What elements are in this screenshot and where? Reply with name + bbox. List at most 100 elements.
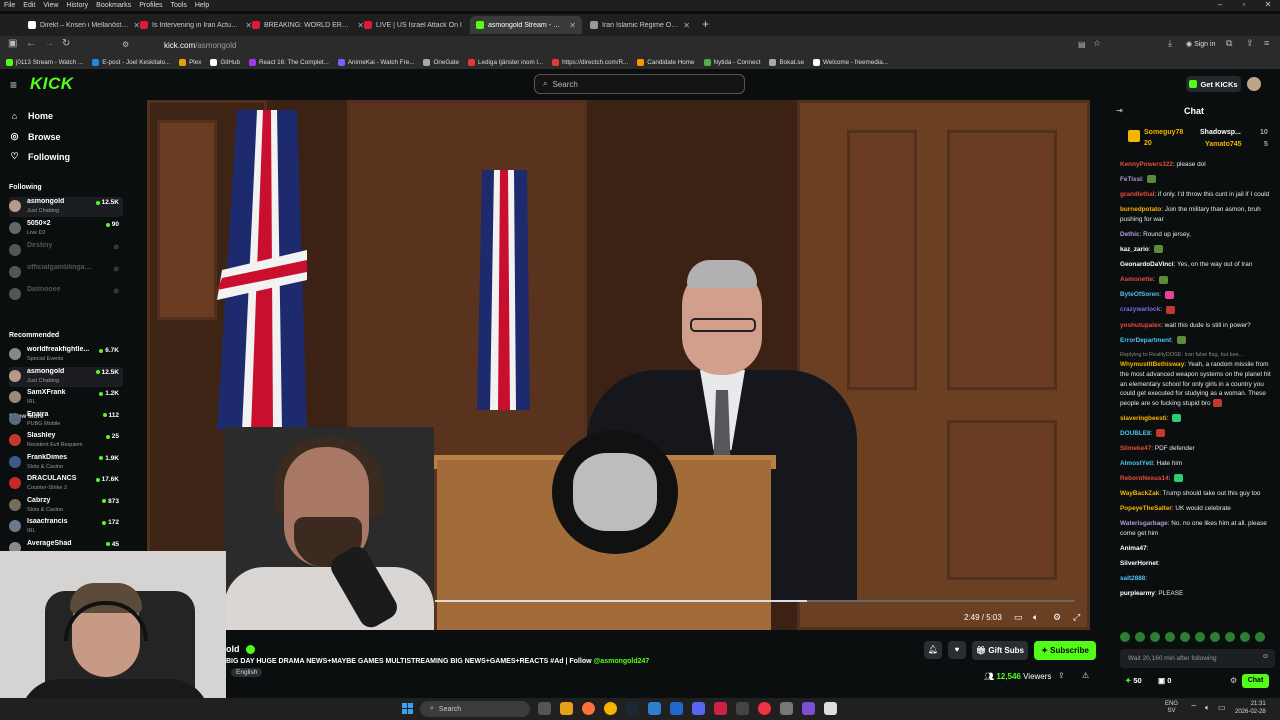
chat-username[interactable]: AlmostYeti [1120,460,1153,467]
sidebar-item-home[interactable]: ⌂ Home [9,111,53,121]
tune-icon[interactable]: ⚙ [122,40,129,49]
sidebar-item-following[interactable]: ♡ Following [9,151,70,162]
chat-settings-icon[interactable]: ⚙ [1230,676,1237,685]
menu-file[interactable]: File [4,2,15,9]
tab-close-icon[interactable]: ✕ [569,21,576,30]
gifter-name[interactable]: Someguy78 [1144,129,1183,136]
sub-balance[interactable]: ▣ 0 [1158,676,1171,685]
app-icon[interactable] [802,702,815,715]
menu-history[interactable]: History [66,2,88,9]
bookmark-item[interactable]: Welcome - freemedia... [812,58,888,66]
emote-icon[interactable] [1150,632,1160,642]
menu-profiles[interactable]: Profiles [139,2,162,9]
minimize-icon[interactable]: – [1208,0,1232,14]
menu-bookmarks[interactable]: Bookmarks [96,2,131,9]
browser-tab-active[interactable]: asmongold Stream - Watc ✕ [470,16,582,34]
language-indicator[interactable]: ENG SV [1165,701,1178,715]
menu-icon[interactable]: ≡ [1264,38,1269,48]
bookmark-item[interactable]: GitHub [210,58,240,66]
share-icon[interactable]: ⇪ [1058,671,1065,680]
browser-tab[interactable]: Iran Islamic Regime Overview ✕ [584,16,696,34]
battery-icon[interactable]: ▭ [1218,703,1226,712]
app-icon[interactable] [670,702,683,715]
signin-button[interactable]: ◉ Sign in [1186,40,1215,48]
theater-icon[interactable]: ▭ [1014,612,1023,623]
chat-username[interactable]: purplearmy [1120,590,1155,597]
notification-bell-icon[interactable]: 🔔︎ [924,641,942,659]
follow-heart-icon[interactable]: ♥ [948,641,966,659]
chat-username[interactable]: slaveringbeesti [1120,415,1167,422]
chat-username[interactable]: yoshutupalex [1120,322,1161,329]
chat-username[interactable]: PopeyeTheSalter [1120,505,1172,512]
volume-icon[interactable]: 🔈︎ [1033,612,1038,623]
task-view-icon[interactable] [538,702,551,715]
chat-username[interactable]: ByteOfSoren [1120,291,1159,298]
chat-username[interactable]: Anima47 [1120,545,1147,552]
steam-icon[interactable] [626,702,639,715]
chat-username[interactable]: SilverHornet [1120,560,1158,567]
url-bar[interactable]: kick.com/asmongold [132,38,1107,53]
chat-username[interactable]: FeTissi [1120,176,1142,183]
chat-send-button[interactable]: Chat [1242,674,1269,688]
gifter-name[interactable]: Yamato745 [1205,141,1242,148]
sidebar-channel-following[interactable]: asmongold Just Chatting 12.5K [9,197,123,217]
sidebar-channel-recommended[interactable]: asmongold Just Chatting 12.5K [9,366,123,387]
browser-tab[interactable]: Is Intervening in Iran Actually J ✕ [134,16,258,34]
chat-username[interactable]: Asmonette [1120,276,1153,283]
sidebar-channel-following[interactable]: 5050×2 Live DJ 90 [9,219,123,239]
emote-picker-icon[interactable]: ☺ [1262,653,1269,660]
menu-tools[interactable]: Tools [171,2,187,9]
maximize-icon[interactable]: ▫ [1232,0,1256,14]
sidebar-channel-following[interactable]: Destiny ⊘ [9,241,123,261]
report-icon[interactable]: ⚠ [1082,671,1089,680]
bookmark-item[interactable]: AnimeKai - Watch Fre... [337,58,414,66]
taskbar-search[interactable]: ⌕ Search [420,701,530,717]
bookmark-item[interactable]: j0113 Stream - Watch ... [6,58,83,66]
user-avatar[interactable] [1247,77,1261,91]
bookmark-item[interactable]: E-post - Joel Keskitalo... [92,58,170,66]
chat-username[interactable]: grandlethal [1120,191,1154,198]
download-icon[interactable]: ⤓ [1168,38,1172,49]
windows-start-icon[interactable] [402,703,413,714]
chat-username[interactable]: crazywarlock [1120,306,1160,313]
discord-icon[interactable] [692,702,705,715]
menu-help[interactable]: Help [195,2,209,9]
sidebar-channel-recommended[interactable]: FrankDimes Slots & Casino 1.9K [9,453,123,473]
sidebar-channel-recommended[interactable]: Slashley Resident Evil Requiem 25 [9,431,123,451]
menu-view[interactable]: View [43,2,58,9]
forward-icon[interactable]: → [44,38,54,49]
sidebar-channel-recommended[interactable]: DRACULANCS Counter-Strike 2 17.6K [9,474,123,494]
app-icon[interactable] [758,702,771,715]
speaker-icon[interactable]: 🔈︎ [1205,703,1210,713]
reader-icon[interactable]: ▤ [1078,40,1086,49]
chrome-icon[interactable] [604,702,617,715]
search-input[interactable]: ⌕ Search [534,74,745,94]
app-icon[interactable] [736,702,749,715]
system-clock[interactable]: 21:31 2026-02-28 [1235,700,1266,716]
bookmark-item[interactable]: Candidate Home [637,58,695,66]
bookmark-item[interactable]: Nytida - Connect [703,58,760,66]
emote-icon[interactable] [1165,632,1175,642]
sidebar-channel-following[interactable]: Dalmooee ⊘ [9,285,123,305]
chat-username[interactable]: KennyPowers322 [1120,161,1173,168]
chat-username[interactable]: Waterisgarbage [1120,520,1168,527]
bookmark-item[interactable]: React 16: The Complet... [248,58,329,66]
gifter-name[interactable]: Shadowsp... [1200,129,1241,136]
settings-icon[interactable]: ⚙ [1053,612,1061,623]
chat-input[interactable]: Wait 20,160 min after following ☺ [1120,649,1275,668]
firefox-icon[interactable] [582,702,595,715]
emote-icon[interactable] [1225,632,1235,642]
star-icon[interactable]: ☆ [1093,38,1101,49]
vscode-icon[interactable] [648,702,661,715]
share-icon[interactable]: ⇪ [1246,38,1254,49]
bookmark-item[interactable]: https://directch.com/R... [552,58,628,66]
emote-icon[interactable] [1135,632,1145,642]
sidebar-channel-following[interactable]: officialgamblingacad... ⊘ [9,263,123,283]
emote-icon[interactable] [1255,632,1265,642]
chat-username[interactable]: ErrorDepartment [1120,337,1171,344]
browser-tab[interactable]: LIVE | US Israel Attack On I✕ [358,16,482,34]
notepad-icon[interactable] [824,702,837,715]
back-icon[interactable]: ← [26,38,36,49]
emote-icon[interactable] [1210,632,1220,642]
chat-username[interactable]: kaz_zario [1120,246,1149,253]
